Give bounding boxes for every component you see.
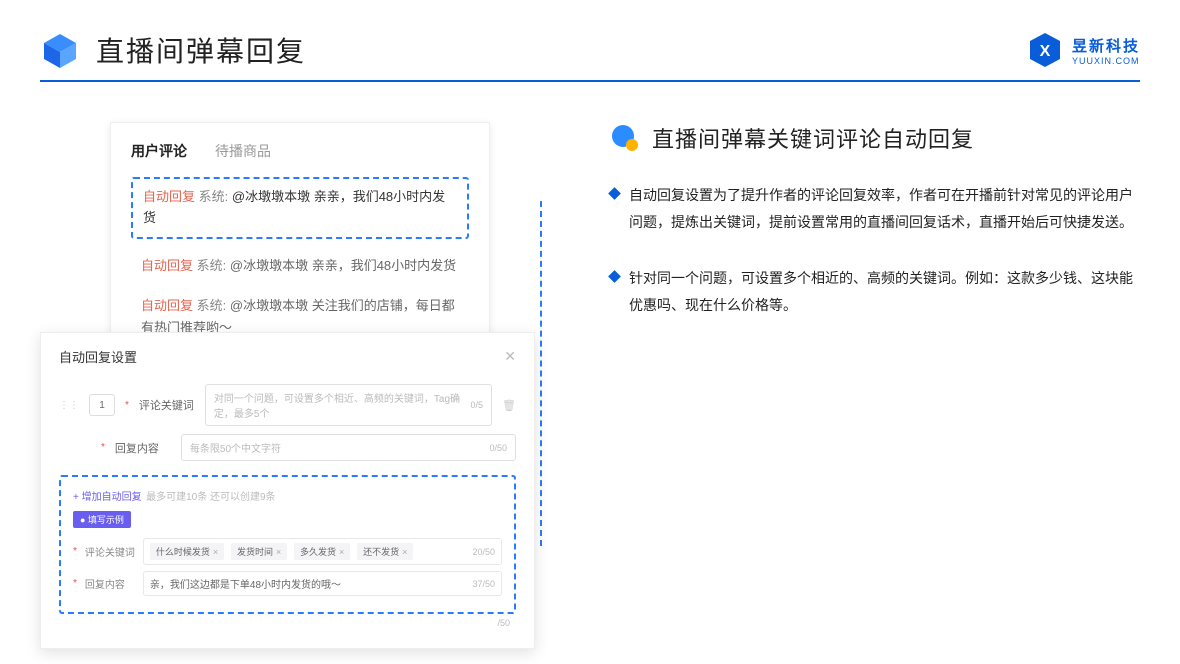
row-number: 1 [89,394,115,416]
content-input[interactable]: 每条限50个中文字符 0/50 [181,434,516,461]
brand-text: 昱新科技 YUUXIN.COM [1072,35,1140,66]
settings-header: 自动回复设置 ✕ [59,347,516,376]
required-dot: * [125,400,129,411]
tag-chip[interactable]: 发货时间× [231,543,287,560]
brand-icon: X [1026,31,1064,69]
diamond-bullet-icon [608,187,621,200]
example-content-value: 亲，我们这边都是下单48小时内发货的哦～ [150,576,341,591]
auto-reply-label: 自动回复 [141,258,193,273]
tag-chip[interactable]: 还不发货× [357,543,413,560]
content-placeholder: 每条限50个中文字符 [190,440,281,455]
header-divider [40,80,1140,82]
tag-remove-icon[interactable]: × [402,547,407,557]
bullet-item: 针对同一个问题，可设置多个相近的、高频的关键词。例如：这款多少钱、这块能优惠吗、… [610,265,1140,318]
system-label: 系统: [197,258,227,273]
section-title: 直播间弹幕关键词评论自动回复 [652,122,974,154]
left-column: 用户评论 待播商品 自动回复 系统: @冰墩墩本墩 亲亲，我们48小时内发货 自… [40,122,550,612]
form-row-content: * 回复内容 每条限50个中文字符 0/50 [59,434,516,461]
brand-logo: X 昱新科技 YUUXIN.COM [1026,31,1140,69]
keyword-input[interactable]: 对同一个问题，可设置多个相近、高频的关键词，Tag确定，最多5个 0/5 [205,384,492,426]
system-label: 系统: [197,298,227,313]
header-left: 直播间弹幕回复 [40,30,306,70]
required-dot: * [101,442,105,453]
bullet-text: 自动回复设置为了提升作者的评论回复效率，作者可在开播前针对常见的评论用户问题，提… [629,182,1140,235]
example-content-label: 回复内容 [85,576,135,591]
tag-remove-icon[interactable]: × [339,547,344,557]
svg-text:X: X [1040,43,1051,60]
example-content-counter: 37/50 [472,579,495,589]
keyword-placeholder: 对同一个问题，可设置多个相近、高频的关键词，Tag确定，最多5个 [214,390,471,420]
tag-chip[interactable]: 多久发货× [294,543,350,560]
comment-row: 自动回复 系统: @冰墩墩本墩 亲亲，我们48小时内发货 [131,251,469,281]
page-header: 直播间弹幕回复 X 昱新科技 YUUXIN.COM [0,0,1180,80]
brand-en: YUUXIN.COM [1072,56,1140,66]
tabs: 用户评论 待播商品 [131,141,469,161]
content-counter: 0/50 [489,443,507,453]
system-label: 系统: [199,189,229,204]
keyword-label: 评论关键词 [139,397,195,413]
cube-icon [40,30,80,70]
settings-title: 自动回复设置 [59,347,137,366]
content-label: 回复内容 [115,440,171,456]
main-content: 用户评论 待播商品 自动回复 系统: @冰墩墩本墩 亲亲，我们48小时内发货 自… [0,102,1180,632]
trailing-counter: /50 [59,614,516,628]
right-column: 直播间弹幕关键词评论自动回复 自动回复设置为了提升作者的评论回复效率，作者可在开… [590,122,1140,612]
example-keyword-input[interactable]: 什么时候发货× 发货时间× 多久发货× 还不发货× 20/50 [143,538,502,565]
bullet-text: 针对同一个问题，可设置多个相近的、高频的关键词。例如：这款多少钱、这块能优惠吗、… [629,265,1140,318]
keyword-counter: 0/5 [471,400,484,410]
example-content-input[interactable]: 亲，我们这边都是下单48小时内发货的哦～ 37/50 [143,571,502,596]
highlighted-comment: 自动回复 系统: @冰墩墩本墩 亲亲，我们48小时内发货 [131,177,469,239]
example-keyword-label: 评论关键词 [85,544,135,559]
chat-bubble-icon [610,123,640,153]
settings-card: 自动回复设置 ✕ ⋮⋮ 1 * 评论关键词 对同一个问题，可设置多个相近、高频的… [40,332,535,649]
example-badge: ● 填写示例 [73,511,131,528]
example-content-row: * 回复内容 亲，我们这边都是下单48小时内发货的哦～ 37/50 [73,571,502,596]
tab-user-comments[interactable]: 用户评论 [131,141,187,161]
brand-cn: 昱新科技 [1072,35,1140,56]
section-head: 直播间弹幕关键词评论自动回复 [610,122,1140,154]
tab-pending-goods[interactable]: 待播商品 [215,141,271,161]
delete-icon[interactable]: 🗑 [502,399,516,412]
drag-handle-icon[interactable]: ⋮⋮ [59,400,79,411]
example-block: + 增加自动回复 最多可建10条 还可以创建9条 ● 填写示例 * 评论关键词 … [59,475,516,614]
tag-remove-icon[interactable]: × [213,547,218,557]
comment-text: @冰墩墩本墩 亲亲，我们48小时内发货 [230,258,456,273]
required-dot: * [73,546,77,557]
bullet-item: 自动回复设置为了提升作者的评论回复效率，作者可在开播前针对常见的评论用户问题，提… [610,182,1140,235]
form-row-keyword: ⋮⋮ 1 * 评论关键词 对同一个问题，可设置多个相近、高频的关键词，Tag确定… [59,384,516,426]
required-dot: * [73,578,77,589]
add-auto-reply-link[interactable]: + 增加自动回复 [73,492,142,503]
page-title: 直播间弹幕回复 [96,30,306,70]
tag-chip[interactable]: 什么时候发货× [150,543,224,560]
auto-reply-label: 自动回复 [141,298,193,313]
tag-remove-icon[interactable]: × [276,547,281,557]
example-keyword-row: * 评论关键词 什么时候发货× 发货时间× 多久发货× 还不发货× 20/50 [73,538,502,565]
auto-reply-label: 自动回复 [143,189,195,204]
example-tags: 什么时候发货× 发货时间× 多久发货× 还不发货× [150,543,417,560]
diamond-bullet-icon [608,270,621,283]
example-keyword-counter: 20/50 [472,547,495,557]
add-hint: 最多可建10条 还可以创建9条 [146,492,275,503]
close-icon[interactable]: ✕ [504,348,516,365]
